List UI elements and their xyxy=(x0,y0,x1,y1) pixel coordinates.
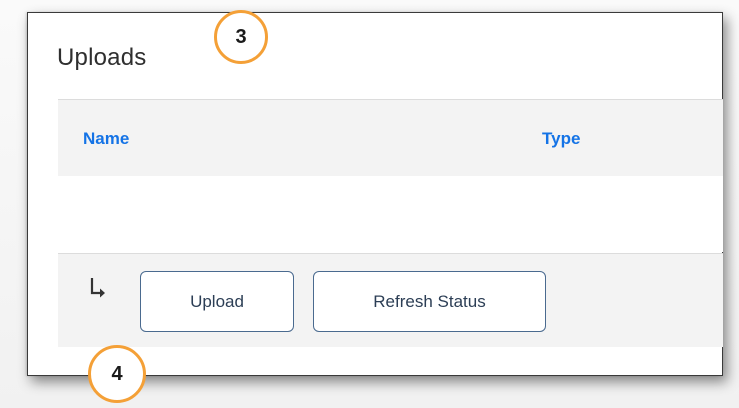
refresh-status-button[interactable]: Refresh Status xyxy=(313,271,546,332)
screenshot-stage: Uploads Name Type Upload Refresh Status … xyxy=(0,0,739,408)
table-body-empty xyxy=(58,176,723,252)
column-header-name[interactable]: Name xyxy=(83,129,129,149)
callout-badge-3: 3 xyxy=(214,10,268,64)
callout-badge-4: 4 xyxy=(88,345,146,403)
panel-title: Uploads xyxy=(57,44,147,71)
return-arrow-icon xyxy=(90,278,105,298)
upload-button[interactable]: Upload xyxy=(140,271,294,332)
table-header xyxy=(58,99,723,176)
column-header-type[interactable]: Type xyxy=(542,129,580,149)
